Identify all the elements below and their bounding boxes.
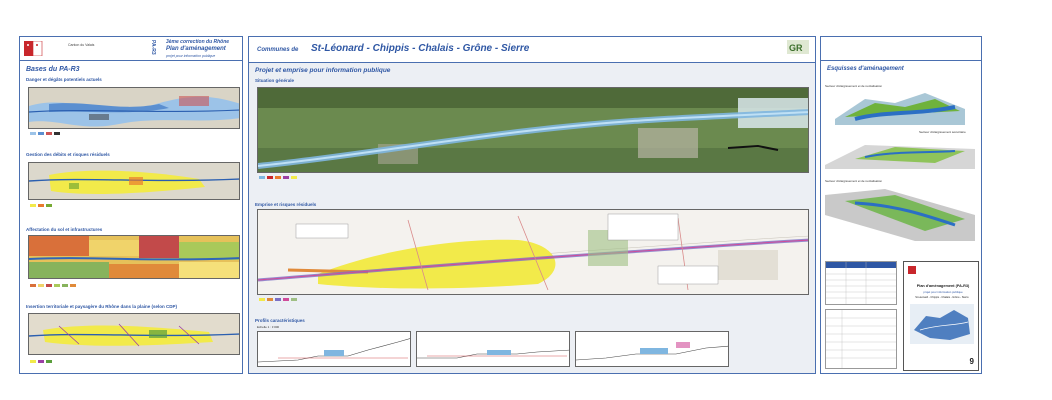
sketch3-label: Secteur d'élargissement et de revitalisa…	[825, 179, 883, 183]
header-code: PA-R3	[150, 40, 156, 55]
cartouche-sub: projet pour information publique	[923, 290, 963, 294]
section-title-insertion: Insertion territoriale et paysagère du R…	[26, 304, 178, 309]
communes-title: St-Léonard - Chippis - Chalais - Grône -…	[311, 43, 530, 54]
insertion-legend	[30, 359, 230, 363]
profile-2[interactable]	[416, 331, 570, 367]
emprise-map[interactable]	[257, 209, 809, 295]
affectation-map[interactable]	[28, 235, 240, 279]
cartouche-communes: St-Léonard - Chippis - Chalais - Grône -…	[915, 296, 969, 299]
sketch2-label: Secteur d'élargissement sécuritaire	[919, 130, 966, 134]
right-title: Esquisses d'aménagement	[827, 66, 904, 72]
sketch-3[interactable]	[825, 185, 975, 241]
center-header: Communes de St-Léonard - Chippis - Chala…	[249, 37, 815, 63]
left-panel: Canton du Valais PA-R3 3ème correction d…	[19, 36, 243, 374]
cartouche: Plan d'aménagement (PA-R3) projet pour i…	[903, 261, 979, 371]
valais-minimap[interactable]	[910, 304, 974, 344]
data-table-1	[825, 261, 897, 305]
gr-logo-text: GR	[789, 43, 803, 53]
debits-legend	[30, 203, 230, 207]
insertion-map[interactable]	[28, 313, 240, 355]
canton-logo	[24, 41, 44, 56]
profile-3[interactable]	[575, 331, 729, 367]
profils-scale: Echelle 1 : 1'000	[257, 325, 280, 329]
header-line2: Plan d'aménagement	[166, 46, 226, 52]
situation-aerial-map[interactable]	[257, 87, 809, 173]
communes-prefix: Communes de	[257, 47, 299, 53]
header-line3: projet pour information publique	[166, 54, 216, 58]
section-title-affectation: Affectation du sol et infrastructures	[26, 227, 103, 232]
profile-1[interactable]	[257, 331, 411, 367]
hazard-map[interactable]	[28, 87, 240, 129]
cartouche-logo	[908, 266, 916, 274]
debits-map[interactable]	[28, 162, 240, 200]
gr-logo: GR	[787, 40, 809, 58]
left-header: Canton du Valais PA-R3 3ème correction d…	[20, 37, 242, 61]
center-main-title: Projet et emprise pour information publi…	[255, 67, 391, 74]
logo-text: Canton du Valais	[68, 43, 95, 47]
emprise-title: Emprise et risques résiduels	[255, 202, 317, 207]
plan-number: 9	[969, 357, 974, 366]
hazard-legend	[30, 131, 230, 135]
affectation-legend	[30, 283, 230, 287]
situation-legend	[259, 175, 799, 179]
left-title: Bases du PA-R3	[26, 66, 80, 73]
data-table-2	[825, 309, 897, 369]
sketch-1[interactable]	[835, 89, 965, 125]
situation-title: Situation générale	[255, 78, 295, 83]
right-panel: Esquisses d'aménagement Secteur d'élargi…	[820, 36, 982, 374]
center-panel: Communes de St-Léonard - Chippis - Chala…	[248, 36, 816, 374]
emprise-legend	[259, 297, 799, 301]
right-header	[821, 37, 981, 61]
section-title-debits: Gestion des débits et risques résiduels	[26, 152, 110, 157]
section-title-hazard: Danger et dégâts potentiels actuels	[26, 77, 102, 82]
sketch-2[interactable]	[825, 135, 975, 169]
profils-title: Profils caractéristiques	[255, 318, 305, 323]
cartouche-title: Plan d'aménagement (PA-R3)	[916, 284, 970, 288]
sketch1-label: Secteur d'élargissement et de revitalisa…	[825, 84, 883, 88]
header-line1: 3ème correction du Rhône	[166, 39, 230, 45]
